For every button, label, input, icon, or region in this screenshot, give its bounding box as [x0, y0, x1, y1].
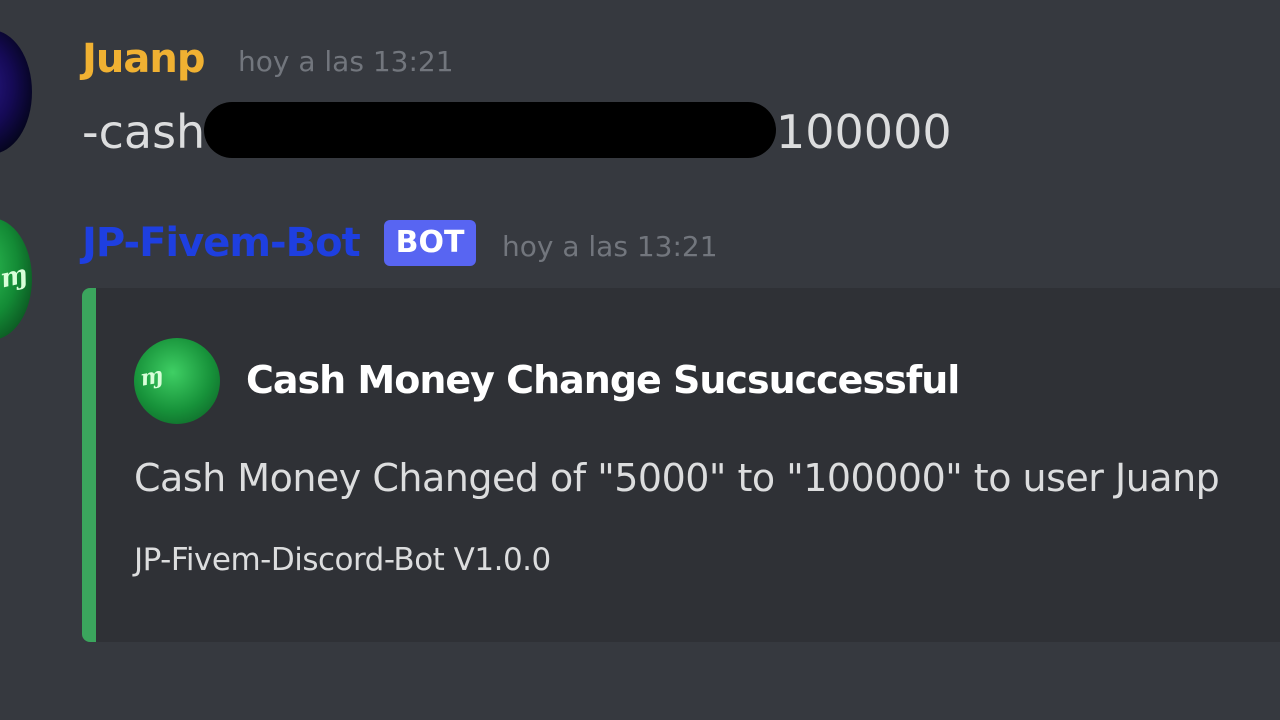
embed-description: Cash Money Changed of "5000" to "100000"…: [134, 456, 1220, 500]
user-avatar[interactable]: [0, 30, 32, 154]
command-amount: 100000: [776, 105, 952, 159]
chat-messages: Juanp hoy a las 13:21 -cash 100000 ɱ JP-…: [0, 0, 1280, 720]
bot-badge: BOT: [384, 220, 476, 266]
user-username[interactable]: Juanp: [82, 36, 205, 82]
embed-footer: JP-Fivem-Discord-Bot V1.0.0: [134, 542, 551, 578]
bot-message-timestamp: hoy a las 13:21: [502, 230, 718, 263]
redacted-mention: [204, 102, 776, 158]
user-message-timestamp: hoy a las 13:21: [238, 45, 454, 78]
embed-title: Cash Money Change Sucsuccessful: [246, 358, 960, 402]
bot-embed: ɱ Cash Money Change Sucsuccessful Cash M…: [82, 288, 1280, 642]
fivem-logo-icon: ɱ: [134, 338, 220, 424]
command-text: -cash: [82, 105, 206, 159]
bot-username[interactable]: JP-Fivem-Bot: [82, 220, 361, 266]
